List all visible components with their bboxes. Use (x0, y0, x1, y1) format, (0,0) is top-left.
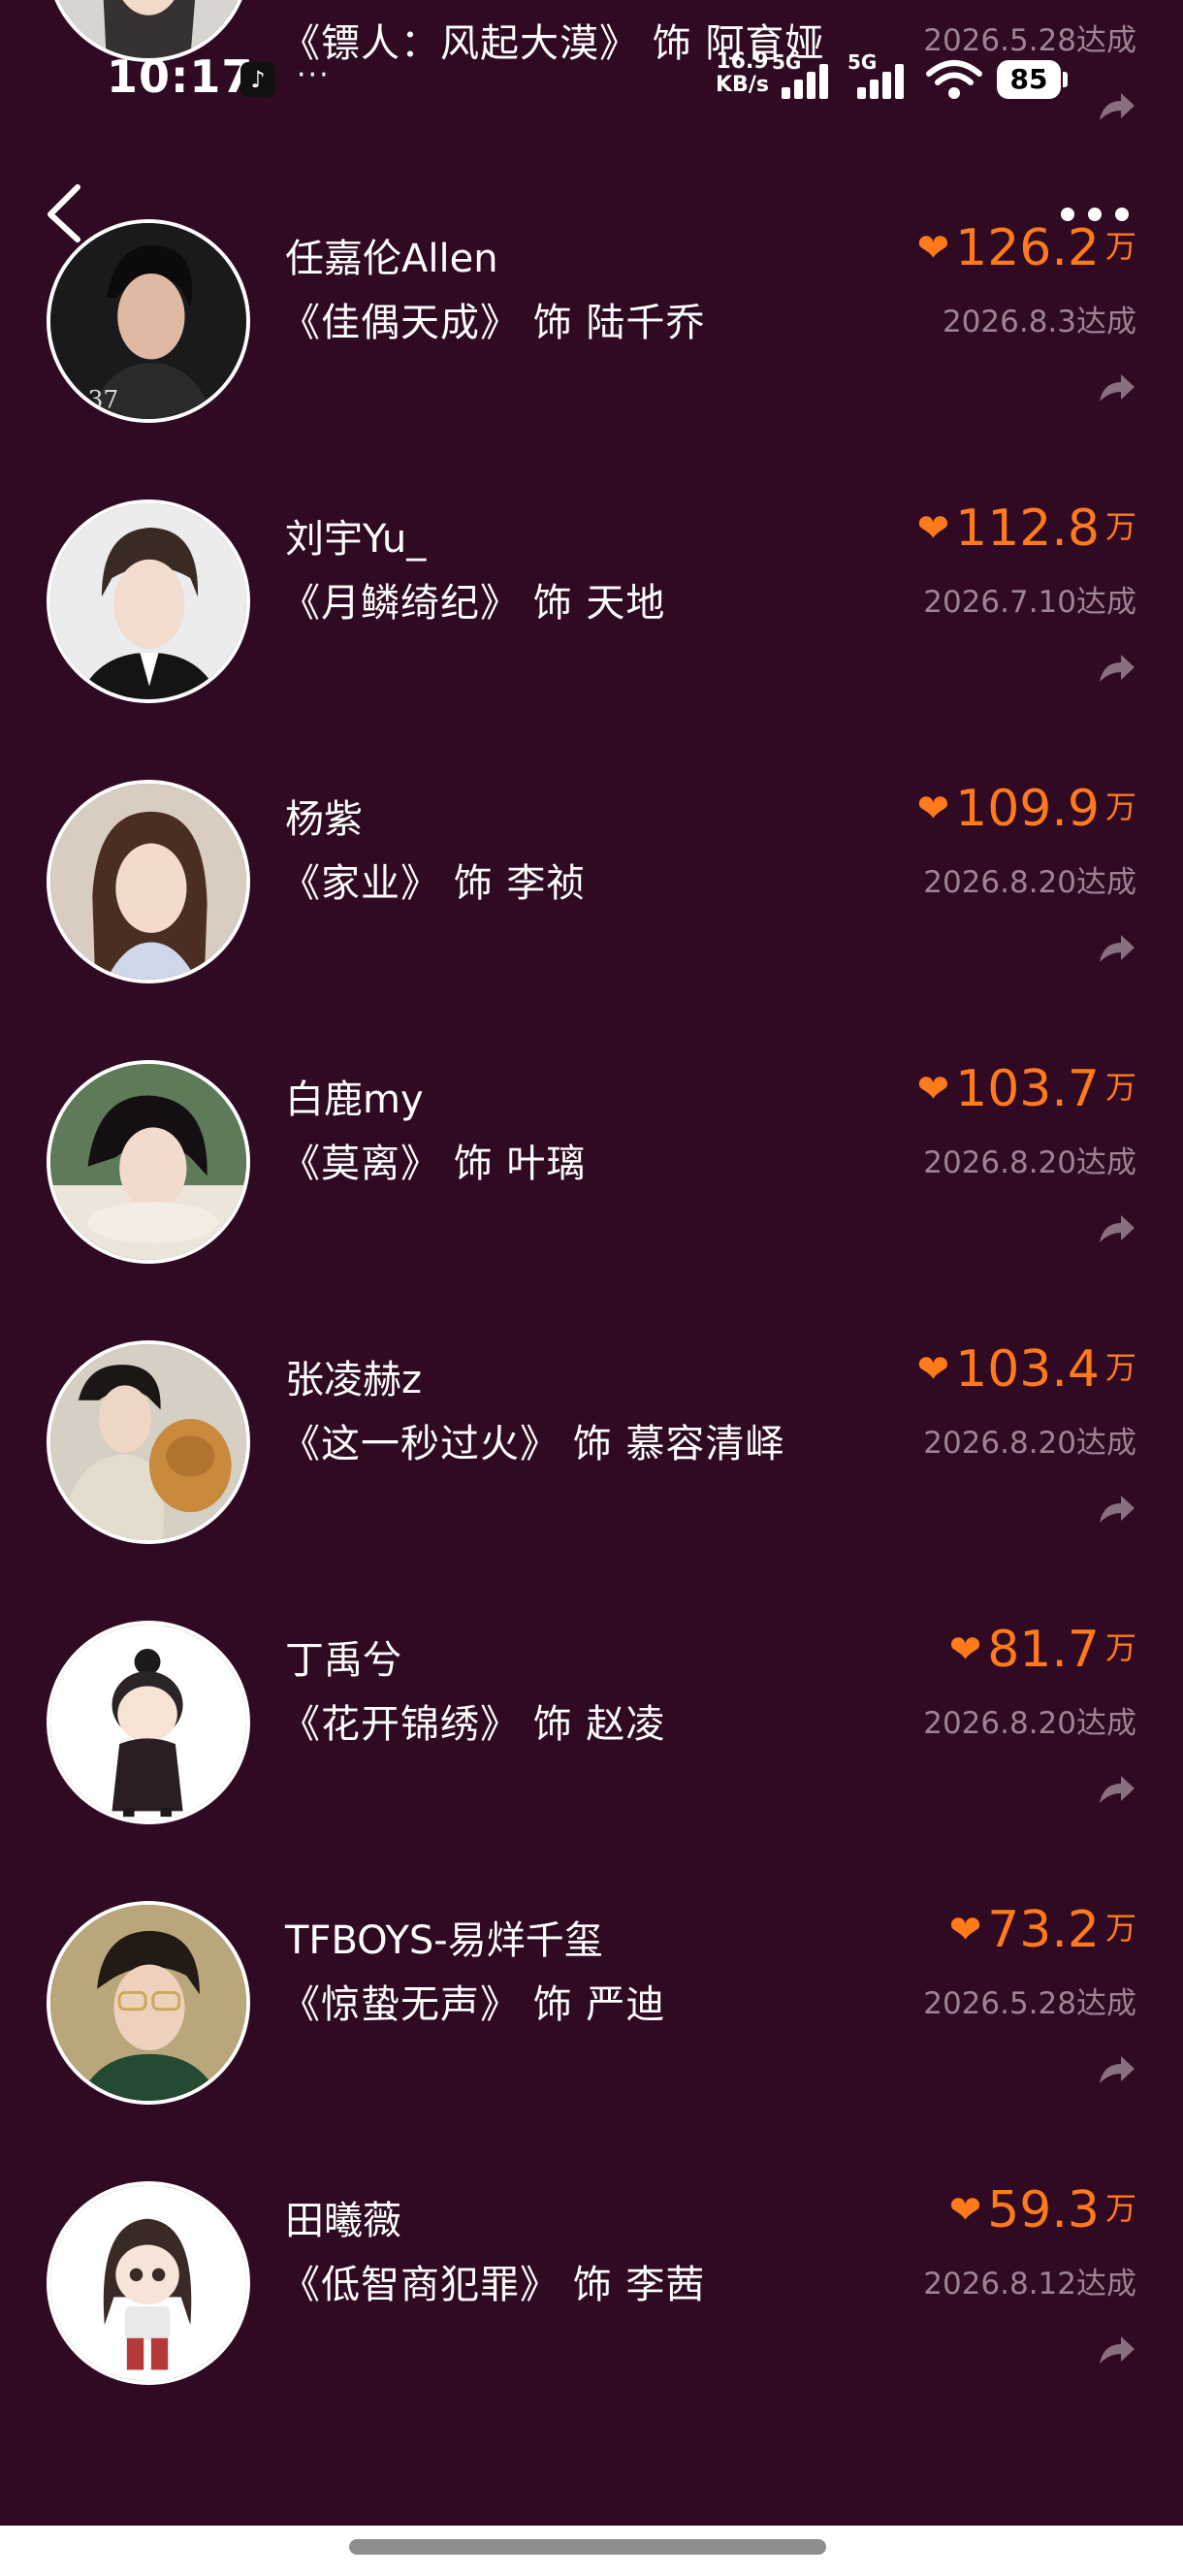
signal-icon-2 (857, 60, 915, 99)
star-name: 白鹿my (285, 1078, 424, 1122)
likes-count: ❤ 109.9 万 (916, 780, 1136, 838)
avatar[interactable]: 37 (47, 219, 250, 423)
avatar[interactable] (47, 780, 250, 983)
back-button[interactable] (39, 179, 97, 247)
star-name: 张凌赫z (285, 1358, 422, 1402)
list-item[interactable]: TFBOYS-易烊千玺 《惊蛰无声》 饰 严迪 ❤ 73.2 万 2026.5.28… (0, 1901, 1183, 2181)
tiktok-notification-icon: ♪ (240, 62, 275, 97)
network-speed-unit: KB/s (716, 73, 769, 97)
role-text: 《莫离》 饰 叶璃 (281, 1142, 587, 1186)
date-text: 2026.8.20达成 (923, 865, 1136, 900)
avatar[interactable] (47, 1060, 250, 1264)
likes-count: ❤ 73.2 万 (948, 1901, 1136, 1959)
star-name: 杨紫 (285, 797, 363, 842)
date-text: 2026.5.28达成 (923, 1986, 1136, 2021)
role-text: 《佳偶天成》 饰 陆千乔 (281, 301, 706, 345)
heart-icon: ❤ (948, 1908, 982, 1952)
signal-icon (782, 60, 840, 99)
likes-count: ❤ 112.8 万 (916, 499, 1136, 558)
likes-count: ❤ 126.2 万 (916, 219, 1136, 277)
heart-icon: ❤ (916, 226, 950, 271)
avatar[interactable] (47, 499, 250, 703)
star-name: 丁禹兮 (285, 1638, 401, 1683)
share-icon[interactable] (1096, 370, 1138, 405)
role-text: 《月鳞绮纪》 饰 天地 (281, 581, 666, 626)
list-item[interactable]: 丁禹兮 《花开锦绣》 饰 赵凌 ❤ 81.7 万 2026.8.20达成 (0, 1621, 1183, 1901)
heart-icon: ❤ (948, 1627, 982, 1672)
battery-tip (1063, 72, 1068, 87)
role-text: 《花开锦绣》 饰 赵凌 (281, 1702, 666, 1747)
likes-count: ❤ 59.3 万 (948, 2181, 1136, 2239)
list-item[interactable]: 杨紫 《家业》 饰 李祯 ❤ 109.9 万 2026.8.20达成 (0, 780, 1183, 1060)
svg-text:37: 37 (87, 385, 118, 413)
share-icon[interactable] (1096, 1772, 1138, 1807)
heart-icon: ❤ (948, 2188, 982, 2233)
date-text: 2026.8.12达成 (923, 2267, 1136, 2302)
share-icon[interactable] (1096, 2333, 1138, 2367)
list-item[interactable]: 田曦薇 《低智商犯罪》 饰 李茜 ❤ 59.3 万 2026.8.12达成 (0, 2181, 1183, 2462)
role-text: 《低智商犯罪》 饰 李茜 (281, 2263, 706, 2307)
share-icon[interactable] (1096, 1211, 1138, 1246)
avatar[interactable] (47, 1901, 250, 2105)
date-text: 2026.8.3达成 (942, 305, 1136, 339)
share-icon[interactable] (1096, 2052, 1138, 2087)
status-bar: 10:17 ♪ ··· 16.9 KB/s 5G 5G 85 (0, 0, 1183, 155)
more-notifications-icon: ··· (297, 58, 331, 92)
heart-icon: ❤ (916, 787, 950, 831)
star-name: 刘宇Yu_ (285, 517, 427, 562)
heart-icon: ❤ (916, 1067, 950, 1111)
likes-count: ❤ 81.7 万 (948, 1621, 1136, 1679)
role-text: 《这一秒过火》 饰 慕容清峄 (281, 1422, 785, 1466)
likes-count: ❤ 103.4 万 (916, 1340, 1136, 1399)
avatar[interactable] (47, 1621, 250, 1824)
more-options-button[interactable] (1057, 204, 1135, 223)
wifi-icon (926, 60, 982, 99)
heart-icon: ❤ (916, 506, 950, 551)
network-speed: 16.9 KB/s (716, 50, 769, 97)
role-text: 《家业》 饰 李祯 (281, 861, 587, 906)
list-item[interactable]: 刘宇Yu_ 《月鳞绮纪》 饰 天地 ❤ 112.8 万 2026.7.10达成 (0, 499, 1183, 780)
share-icon[interactable] (1096, 651, 1138, 686)
network-speed-value: 16.9 (716, 49, 769, 74)
date-text: 2026.8.20达成 (923, 1706, 1136, 1741)
avatar[interactable] (47, 2181, 250, 2385)
status-time: 10:17 (107, 50, 254, 103)
date-text: 2026.8.20达成 (923, 1426, 1136, 1461)
star-name: TFBOYS-易烊千玺 (285, 1918, 603, 1963)
date-text: 2026.8.20达成 (923, 1145, 1136, 1180)
role-text: 《惊蛰无声》 饰 严迪 (281, 1982, 666, 2027)
list-item[interactable]: 37 任嘉伦Allen 《佳偶天成》 饰 陆千乔 ❤ 126.2 万 2026.8.… (0, 219, 1183, 499)
likes-count: ❤ 103.7 万 (916, 1060, 1136, 1118)
heart-icon: ❤ (916, 1347, 950, 1392)
star-name: 田曦薇 (285, 2199, 401, 2243)
battery-indicator: 85 (997, 60, 1061, 99)
share-icon[interactable] (1096, 931, 1138, 966)
avatar[interactable] (47, 1340, 250, 1544)
share-icon[interactable] (1096, 1492, 1138, 1527)
home-indicator[interactable] (349, 2539, 826, 2555)
date-text: 2026.7.10达成 (923, 585, 1136, 620)
list-item[interactable]: 张凌赫z 《这一秒过火》 饰 慕容清峄 ❤ 103.4 万 2026.8.20达成 (0, 1340, 1183, 1621)
star-name: 任嘉伦Allen (285, 237, 498, 281)
list-item[interactable]: 白鹿my 《莫离》 饰 叶璃 ❤ 103.7 万 2026.8.20达成 (0, 1060, 1183, 1340)
